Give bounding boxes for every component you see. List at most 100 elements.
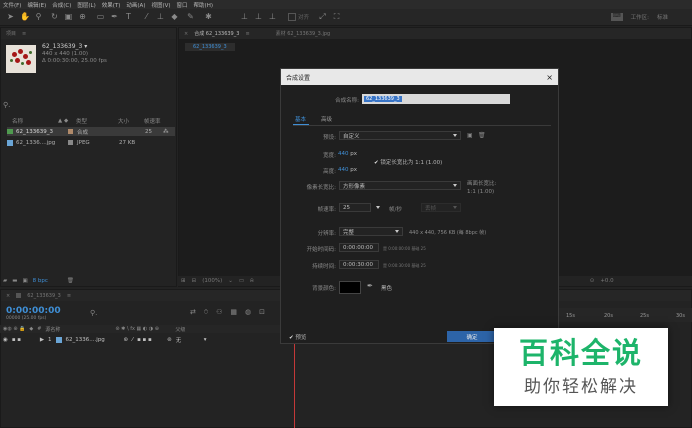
list-item[interactable]: 62_1336....jpg JPEG 27 KB (7, 138, 175, 147)
zoom-level[interactable]: (100%) (202, 278, 222, 284)
interpret-icon[interactable]: ▰ (3, 278, 7, 284)
drop-frame-select[interactable]: 丢帧 (421, 203, 461, 212)
search-icon[interactable]: ⚲. (90, 309, 97, 317)
menu-animation[interactable]: 动画(A) (126, 1, 145, 9)
lock-aspect-checkbox[interactable]: ✔ 锁定长宽比为 1:1 (1.00) (374, 158, 442, 166)
clone-tool-icon[interactable]: ⊥ (156, 12, 165, 21)
menu-window[interactable]: 窗口 (177, 1, 188, 9)
close-icon[interactable]: × (6, 293, 10, 299)
resolution-select[interactable]: 完整 (339, 227, 403, 236)
folder-icon[interactable]: ▬ (12, 278, 17, 284)
snap-icon[interactable]: ⤢ (318, 12, 327, 21)
list-item[interactable]: 62_133639_3 合成 25 ⁂ (7, 127, 175, 136)
menu-icon[interactable]: ≡ (245, 31, 249, 37)
project-search[interactable]: ⚲. (3, 101, 173, 110)
close-icon[interactable]: × (546, 73, 553, 82)
preview-checkbox[interactable]: ✔ 预览 (289, 333, 306, 341)
shy-icon[interactable]: ⚇ (216, 308, 222, 317)
col-fps[interactable]: 帧速率 (144, 117, 174, 125)
shy-switch-icon[interactable]: ⊛ (124, 337, 129, 343)
timecode-icon[interactable]: ⍾ (250, 278, 254, 285)
par-select[interactable]: 方形像素 (339, 181, 461, 190)
selection-tool-icon[interactable]: ➤ (6, 12, 15, 21)
eraser-tool-icon[interactable]: ◆ (170, 12, 179, 21)
roto-brush-icon[interactable]: ✎ (186, 12, 195, 21)
width-field[interactable]: 440 px (338, 151, 357, 157)
puppet-tool-icon[interactable]: ✱ (204, 12, 213, 21)
keyboard-icon[interactable]: ⌨ (610, 13, 623, 21)
text-tool-icon[interactable]: T (124, 12, 133, 21)
grid-icon[interactable]: ⊟ (192, 278, 197, 284)
menu-edit[interactable]: 编辑(E) (27, 1, 46, 9)
pen-tool-icon[interactable]: ✒ (110, 12, 119, 21)
brush-tool-icon[interactable]: ⁄ (142, 12, 151, 21)
col-name[interactable]: 名称 (3, 117, 58, 125)
tab-advanced[interactable]: 高级 (321, 115, 332, 123)
rotate-tool-icon[interactable]: ↻ (50, 12, 59, 21)
chevron-down-icon[interactable]: ▾ (204, 337, 207, 343)
exposure-icon[interactable]: ⊙ (590, 278, 595, 284)
camera-tool-icon[interactable]: ▣ (64, 12, 73, 21)
bg-color-swatch[interactable] (339, 281, 361, 294)
tab-basic[interactable]: 基本 (295, 115, 306, 123)
axis-local-icon[interactable]: ⊥ (240, 12, 249, 21)
menu-effect[interactable]: 效果(T) (102, 1, 121, 9)
menu-help[interactable]: 帮助(H) (194, 1, 213, 9)
menu-icon[interactable]: ≡ (22, 31, 26, 37)
col-size[interactable]: 大小 (118, 117, 144, 125)
menu-view[interactable]: 视图(V) (151, 1, 170, 9)
col-parent[interactable]: 父级 (175, 326, 185, 333)
workspace-switcher[interactable]: ⌨ 工作区: 标准 (610, 13, 668, 21)
quality-switch-icon[interactable]: ⁄ (132, 337, 133, 343)
col-source-name[interactable]: 源名称 (45, 326, 111, 333)
axis-view-icon[interactable]: ⊥ (268, 12, 277, 21)
exposure-value[interactable]: +0.0 (600, 278, 613, 284)
new-comp-icon[interactable]: ▣ (22, 278, 27, 284)
axis-world-icon[interactable]: ⊥ (254, 12, 263, 21)
safe-zones-icon[interactable]: ⊞ (181, 278, 186, 284)
table-row[interactable]: ◉ ▪ ▪ ▶ 1 62_1336....jpg ⊛ ⁄ ▪ ▪ ▪ ⊚ 无 ▾ (0, 335, 294, 344)
zoom-tool-icon[interactable]: ⚲ (34, 12, 43, 21)
region-icon[interactable]: ▭ (239, 278, 244, 284)
trash-icon[interactable]: 🗑 (67, 278, 74, 284)
audio-lock-icon[interactable]: ▪ ▪ (12, 337, 36, 343)
grid-snap-icon[interactable]: ⛶ (332, 12, 341, 21)
preset-select[interactable]: 自定义 (339, 131, 461, 140)
mask-icon[interactable]: ⌄ (228, 278, 233, 284)
visibility-icon[interactable]: ◉ (3, 337, 8, 343)
align-checkbox[interactable] (288, 13, 296, 21)
timeline-tab[interactable]: 62_133639_3 (27, 293, 61, 299)
layer-name[interactable]: 62_1336....jpg (66, 337, 120, 343)
frame-blend-icon[interactable]: ▦ (230, 308, 237, 317)
hand-tool-icon[interactable]: ✋ (20, 12, 30, 21)
start-timecode-field[interactable]: 0:00:00:00 (339, 243, 379, 252)
comp-name-field[interactable]: 62_133639_3 (362, 94, 510, 104)
bpc-button[interactable]: 8 bpc (33, 278, 48, 284)
fps-field[interactable]: 25 (339, 203, 371, 212)
ok-button[interactable]: 确定 (447, 331, 497, 342)
breadcrumb[interactable]: 62_133639_3 (185, 43, 235, 51)
menu-file[interactable]: 文件(F) (3, 1, 21, 9)
project-tab[interactable]: 项目 (6, 30, 16, 37)
menu-composition[interactable]: 合成(C) (52, 1, 71, 9)
parent-value[interactable]: 无 (176, 336, 200, 344)
expand-icon[interactable]: ▶ (40, 337, 44, 343)
col-type[interactable]: 类型 (70, 117, 118, 125)
fps-dropdown-icon[interactable] (376, 206, 380, 209)
tab-footage[interactable]: 素材 62_133639_3.jpg (276, 30, 331, 37)
flowchart-icon[interactable]: ⁂ (163, 129, 169, 135)
motion-blur-icon[interactable]: ◍ (245, 308, 251, 317)
menu-icon[interactable]: ≡ (67, 293, 71, 299)
eyedropper-icon[interactable]: ✒ (367, 282, 373, 290)
graph-editor-icon[interactable]: ⊡ (259, 308, 265, 317)
comp-mini-flowchart-icon[interactable]: ⇄ (190, 308, 196, 317)
close-icon[interactable]: × (184, 31, 188, 37)
draft-3d-icon[interactable]: ⍥ (204, 308, 208, 317)
workspace-value[interactable]: 标准 (657, 13, 668, 21)
parent-pickwhip-icon[interactable]: ⊚ (167, 337, 172, 343)
duration-field[interactable]: 0:00:30:00 (339, 260, 379, 269)
save-preset-icon[interactable]: ▣ (467, 132, 473, 139)
current-timecode[interactable]: 0:00:00:00 (6, 306, 61, 316)
menu-layer[interactable]: 图层(L) (77, 1, 95, 9)
trash-icon[interactable]: 🗑 (478, 132, 486, 139)
